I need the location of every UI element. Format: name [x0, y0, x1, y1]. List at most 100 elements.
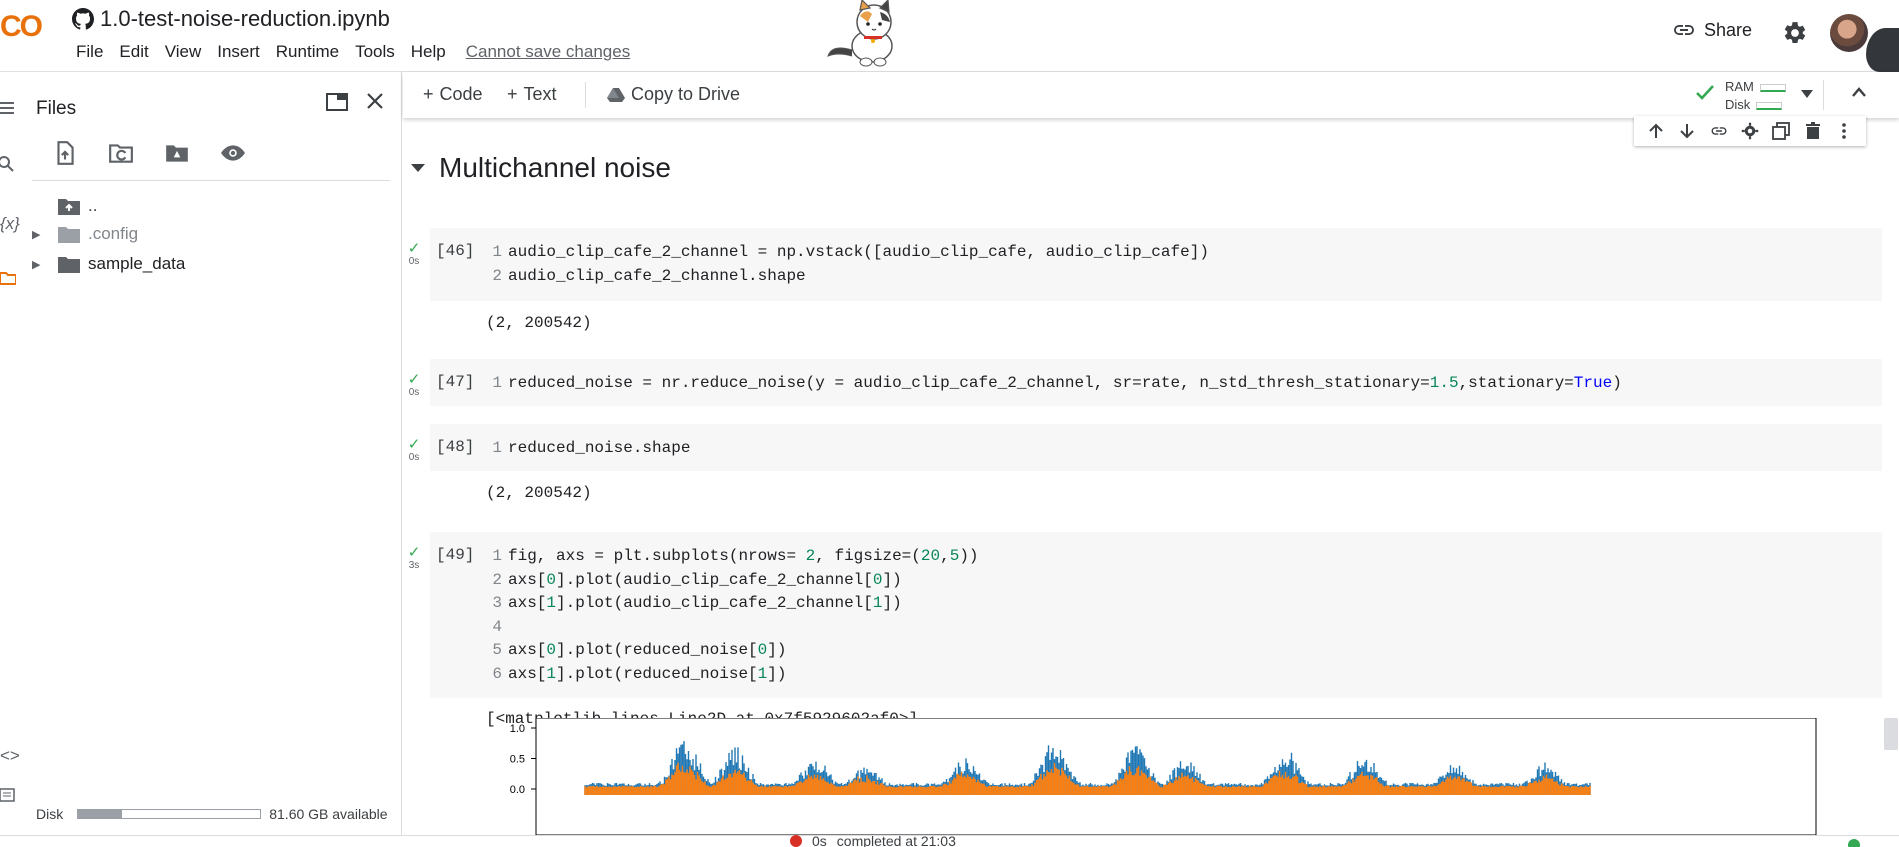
- notebook-title-area: 1.0-test-noise-reduction.ipynb: [72, 6, 390, 32]
- code-cell[interactable]: ✓ 0s [48] 1 reduced_noise.shape: [408, 424, 1882, 471]
- code-line: audio_clip_cafe_2_channel.shape: [508, 266, 806, 285]
- menu-file[interactable]: File: [68, 42, 111, 62]
- code-token: 1.5: [1429, 374, 1459, 392]
- check-icon: ✓: [407, 436, 421, 453]
- notebook-title[interactable]: 1.0-test-noise-reduction.ipynb: [100, 6, 390, 32]
- link-icon: [1674, 25, 1694, 35]
- run-status[interactable]: ✓ 0s: [404, 371, 424, 398]
- execution-count: [47]: [436, 373, 475, 391]
- ram-label: RAM: [1725, 79, 1754, 94]
- link-icon[interactable]: [1710, 122, 1728, 140]
- folder-icon: [58, 226, 80, 243]
- menu-tools[interactable]: Tools: [347, 42, 403, 62]
- connection-status-icon: [1848, 839, 1860, 847]
- folder-icon: [58, 256, 80, 273]
- execution-status[interactable]: 0s completed at 21:03: [790, 833, 956, 847]
- folder-icon[interactable]: [0, 270, 16, 286]
- toolbar-divider: [585, 82, 586, 108]
- add-code-label: Code: [439, 84, 483, 104]
- copy-to-drive-label: Copy to Drive: [631, 84, 741, 104]
- user-avatar[interactable]: [1830, 14, 1868, 52]
- y-tick-label: 0.5: [510, 754, 525, 766]
- plus-icon: +: [423, 84, 434, 104]
- code-editor[interactable]: 1 fig, axs = plt.subplots(nrows= 2, figsi…: [490, 545, 978, 687]
- app-header: CO 1.0-test-noise-reduction.ipynb File E…: [0, 0, 1899, 72]
- add-text-button[interactable]: + Text: [507, 84, 557, 105]
- code-snippets-icon[interactable]: <>: [0, 746, 20, 766]
- add-code-button[interactable]: + Code: [423, 84, 483, 105]
- code-editor[interactable]: 1 audio_clip_cafe_2_channel = np.vstack([…: [490, 241, 1209, 288]
- share-button[interactable]: Share: [1672, 18, 1752, 42]
- cannot-save-link[interactable]: Cannot save changes: [458, 42, 638, 62]
- delete-trash-icon[interactable]: [1804, 122, 1822, 140]
- collapse-caret-icon[interactable]: [411, 163, 425, 173]
- gear-icon[interactable]: [1741, 122, 1759, 140]
- menu-runtime[interactable]: Runtime: [268, 42, 347, 62]
- dropdown-caret-icon[interactable]: [1801, 90, 1813, 98]
- left-rail: {x} <>: [0, 72, 22, 847]
- chevron-right-icon[interactable]: ▶: [32, 228, 48, 241]
- show-hidden-eye-icon[interactable]: [220, 140, 246, 166]
- disk-usage-bar: [77, 809, 262, 819]
- variables-icon[interactable]: {x}: [0, 214, 20, 234]
- refresh-folder-icon[interactable]: [108, 140, 134, 166]
- drive-icon: [607, 87, 625, 102]
- error-icon: [790, 835, 802, 847]
- code-cell[interactable]: ✓ 0s [46] 1 audio_clip_cafe_2_channel = np…: [408, 228, 1882, 301]
- scrollbar-thumb[interactable]: [1884, 718, 1898, 750]
- tree-item-config[interactable]: ▶ .config: [32, 222, 138, 246]
- search-icon[interactable]: [0, 156, 16, 172]
- tree-item-parent[interactable]: ..: [32, 194, 97, 218]
- terminal-icon[interactable]: [0, 788, 16, 802]
- move-up-arrow-icon[interactable]: [1647, 122, 1665, 140]
- menu-view[interactable]: View: [157, 42, 210, 62]
- menu-help[interactable]: Help: [403, 42, 454, 62]
- run-status[interactable]: ✓ 0s: [404, 241, 424, 267]
- plus-icon: +: [507, 84, 518, 104]
- run-status[interactable]: ✓ 0s: [404, 436, 424, 463]
- mascot-tail-decoration: [1866, 28, 1899, 72]
- code-editor[interactable]: 1 reduced_noise = nr.reduce_noise(y = aud…: [490, 372, 1621, 396]
- code-token: reduced_noise = nr.reduce_noise(y = audi…: [508, 374, 1430, 392]
- code-line: audio_clip_cafe_2_channel = np.vstack([a…: [508, 243, 1209, 261]
- y-tick-label: 1.0: [510, 723, 525, 735]
- menu-icon[interactable]: [0, 100, 14, 116]
- mount-drive-icon[interactable]: [164, 140, 190, 166]
- status-time: 0s: [812, 833, 827, 847]
- upload-file-icon[interactable]: [52, 140, 78, 166]
- mirror-cell-icon[interactable]: [1772, 122, 1791, 140]
- copy-to-drive-button[interactable]: Copy to Drive: [607, 84, 740, 105]
- code-editor[interactable]: 1 reduced_noise.shape: [490, 437, 690, 461]
- cell-output: (2, 200542): [486, 484, 592, 502]
- code-cell[interactable]: ✓ 3s [49] 1 fig, axs = plt.subplots(nrows=…: [408, 532, 1882, 698]
- run-time: 0s: [408, 452, 420, 463]
- run-status[interactable]: ✓ 3s: [404, 544, 424, 571]
- open-in-tab-icon[interactable]: [326, 92, 348, 112]
- cell-toolbar: [1634, 116, 1866, 146]
- disk-label: Disk: [36, 806, 64, 822]
- check-icon: ✓: [407, 544, 421, 561]
- disk-usage-fill: [78, 810, 122, 818]
- y-tick-label: 0.0: [510, 784, 525, 796]
- menu-edit[interactable]: Edit: [111, 42, 156, 62]
- files-divider: [32, 180, 390, 181]
- files-panel: Files .. ▶ .config ▶ sample_data Disk 81…: [22, 72, 402, 835]
- chevron-up-icon[interactable]: [1851, 86, 1867, 98]
- ram-bar: [1759, 83, 1786, 92]
- resources-indicator[interactable]: RAM Disk: [1725, 78, 1786, 114]
- more-vert-icon[interactable]: [1835, 122, 1853, 140]
- menu-insert[interactable]: Insert: [209, 42, 268, 62]
- code-cell[interactable]: ✓ 0s [47] 1 reduced_noise = nr.reduce_nois…: [408, 359, 1882, 406]
- chevron-right-icon[interactable]: ▶: [32, 258, 48, 271]
- section-title: Multichannel noise: [439, 152, 671, 183]
- folder-up-icon: [58, 198, 80, 215]
- close-icon[interactable]: [366, 92, 384, 110]
- execution-count: [49]: [436, 546, 475, 564]
- cell-output: (2, 200542): [486, 314, 592, 332]
- move-down-arrow-icon[interactable]: [1678, 122, 1696, 140]
- files-toolbar: [52, 140, 246, 166]
- tree-item-sample-data[interactable]: ▶ sample_data: [32, 252, 185, 276]
- check-icon: ✓: [407, 371, 421, 388]
- colab-logo[interactable]: CO: [0, 10, 43, 44]
- settings-gear-icon[interactable]: [1782, 20, 1808, 46]
